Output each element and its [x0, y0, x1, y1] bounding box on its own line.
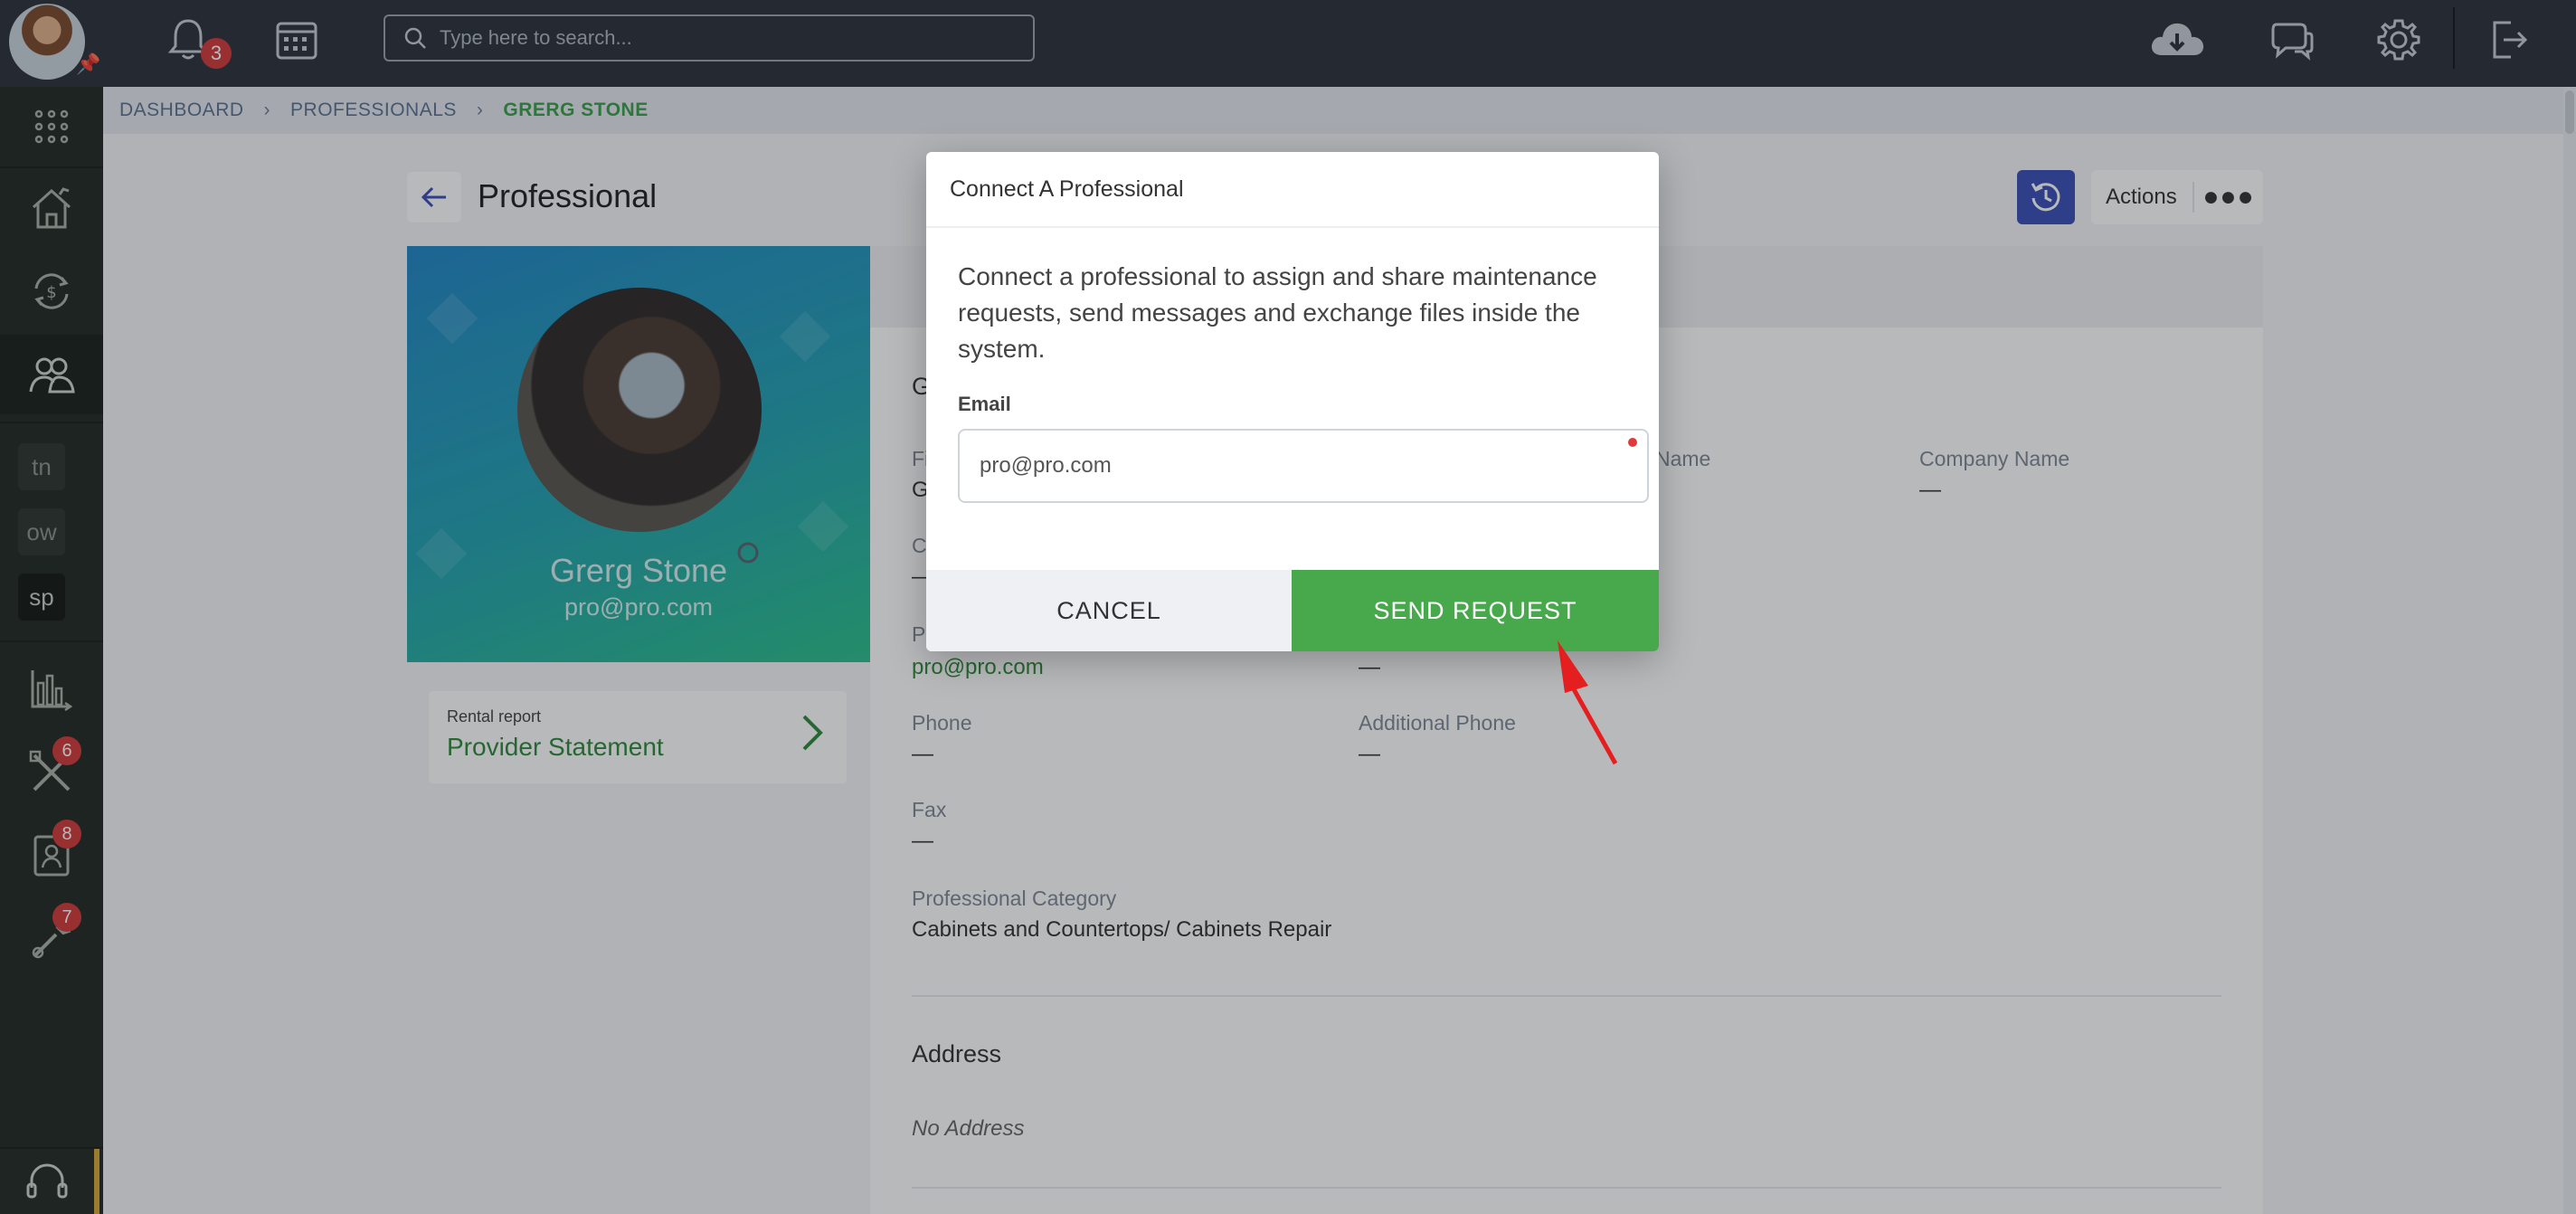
required-indicator: [1628, 438, 1637, 447]
modal-title: Connect A Professional: [926, 152, 1659, 228]
modal-description: Connect a professional to assign and sha…: [958, 262, 1597, 363]
email-label: Email: [958, 393, 1011, 415]
connect-professional-modal: Connect A Professional Connect a profess…: [926, 152, 1659, 651]
red-arrow-annotation: [1558, 640, 1618, 765]
cancel-button[interactable]: CANCEL: [926, 570, 1292, 651]
email-input[interactable]: [958, 429, 1649, 503]
